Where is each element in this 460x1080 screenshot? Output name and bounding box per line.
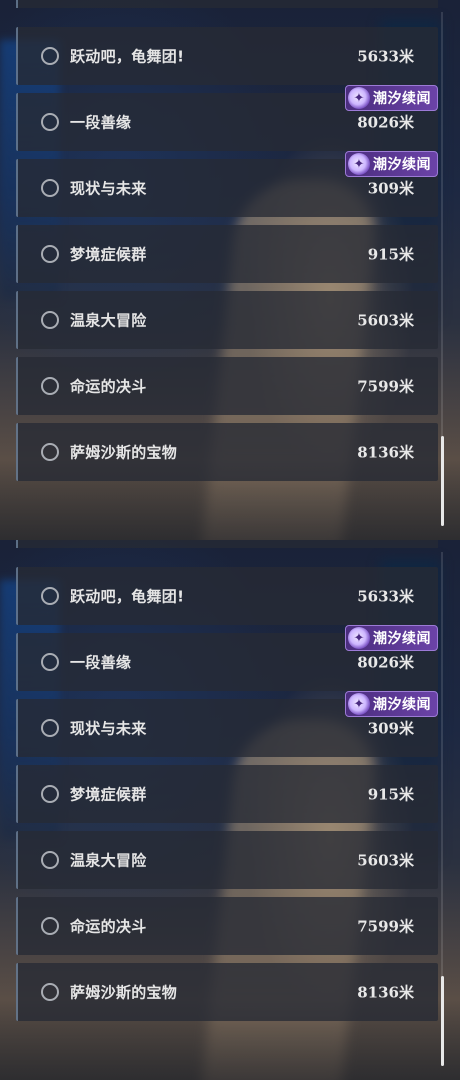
radio-button[interactable]: [41, 785, 59, 803]
radio-button[interactable]: [41, 377, 59, 395]
radio-button[interactable]: [41, 47, 59, 65]
quest-row[interactable]: 萨姆沙斯的宝物 8136米: [16, 423, 438, 481]
quest-distance: 5633米: [357, 587, 414, 606]
quest-name: 一段善缘: [70, 113, 132, 132]
quest-row[interactable]: 梦境症候群 915米: [16, 765, 438, 823]
quest-name: 现状与未来: [70, 179, 147, 198]
quest-distance: 309米: [367, 179, 414, 198]
quest-name: 一段善缘: [70, 653, 132, 672]
quest-row[interactable]: 命运的决斗 7599米: [16, 897, 438, 955]
quest-distance: 915米: [367, 785, 414, 804]
quest-row[interactable]: 命运的决斗 7599米: [16, 357, 438, 415]
radio-button[interactable]: [41, 113, 59, 131]
quest-name: 温泉大冒险: [70, 851, 147, 870]
quest-name: 萨姆沙斯的宝物: [70, 443, 178, 462]
quest-name: 命运的决斗: [70, 377, 147, 396]
quest-row[interactable]: 梦境症候群 915米: [16, 225, 438, 283]
radio-button[interactable]: [41, 179, 59, 197]
quest-distance: 5603米: [357, 311, 414, 330]
list-top-edge: [16, 0, 438, 8]
quest-row[interactable]: 跃动吧，龟舞团! 5633米: [16, 567, 438, 625]
quest-name: 梦境症候群: [70, 785, 147, 804]
quest-distance: 8026米: [357, 113, 414, 132]
quest-distance: 7599米: [357, 377, 414, 396]
event-badge-label: 潮汐续闻: [373, 157, 431, 173]
scrollbar-thumb[interactable]: [441, 436, 444, 526]
quest-row[interactable]: 现状与未来 309米 ✦ 潮汐续闻: [16, 691, 438, 757]
quest-row[interactable]: 萨姆沙斯的宝物 8136米: [16, 963, 438, 1021]
event-badge: ✦ 潮汐续闻: [345, 691, 438, 717]
quest-distance: 8026米: [357, 653, 414, 672]
quest-row[interactable]: 跃动吧，龟舞团! 5633米: [16, 27, 438, 85]
quest-row[interactable]: 温泉大冒险 5603米: [16, 291, 438, 349]
quest-name: 命运的决斗: [70, 917, 147, 936]
event-badge-label: 潮汐续闻: [373, 91, 431, 107]
quest-distance: 5633米: [357, 47, 414, 66]
radio-button[interactable]: [41, 311, 59, 329]
quest-name: 现状与未来: [70, 719, 147, 738]
event-badge-label: 潮汐续闻: [373, 631, 431, 647]
event-badge: ✦ 潮汐续闻: [345, 151, 438, 177]
tide-logo-icon: ✦: [348, 87, 370, 109]
quest-row[interactable]: 温泉大冒险 5603米: [16, 831, 438, 889]
quest-distance: 8136米: [357, 443, 414, 462]
quest-row[interactable]: 一段善缘 8026米 ✦ 潮汐续闻: [16, 625, 438, 691]
quest-name: 跃动吧，龟舞团!: [70, 587, 185, 606]
tide-logo-icon: ✦: [348, 693, 370, 715]
event-badge: ✦ 潮汐续闻: [345, 85, 438, 111]
radio-button[interactable]: [41, 587, 59, 605]
quest-distance: 7599米: [357, 917, 414, 936]
quest-row[interactable]: 一段善缘 8026米 ✦ 潮汐续闻: [16, 85, 438, 151]
event-badge: ✦ 潮汐续闻: [345, 625, 438, 651]
quest-distance: 5603米: [357, 851, 414, 870]
tide-logo-icon: ✦: [348, 153, 370, 175]
quest-name: 梦境症候群: [70, 245, 147, 264]
list-top-edge: [16, 540, 438, 548]
radio-button[interactable]: [41, 653, 59, 671]
event-badge-label: 潮汐续闻: [373, 697, 431, 713]
quest-name: 温泉大冒险: [70, 311, 147, 330]
quest-list-panel-1: 跃动吧，龟舞团! 5633米 一段善缘 8026米 ✦ 潮汐续闻 现状与未来 309米 ✦ 潮汐续…: [0, 0, 460, 540]
radio-button[interactable]: [41, 917, 59, 935]
tide-logo-icon: ✦: [348, 627, 370, 649]
radio-button[interactable]: [41, 245, 59, 263]
quest-row[interactable]: 现状与未来 309米 ✦ 潮汐续闻: [16, 151, 438, 217]
radio-button[interactable]: [41, 719, 59, 737]
radio-button[interactable]: [41, 443, 59, 461]
radio-button[interactable]: [41, 851, 59, 869]
quest-distance: 8136米: [357, 983, 414, 1002]
scrollbar-thumb[interactable]: [441, 976, 444, 1066]
quest-distance: 915米: [367, 245, 414, 264]
quest-list-panel-2: 跃动吧，龟舞团! 5633米 一段善缘 8026米 ✦ 潮汐续闻 现状与未来 309米 ✦ 潮汐续…: [0, 540, 460, 1080]
quest-distance: 309米: [367, 719, 414, 738]
radio-button[interactable]: [41, 983, 59, 1001]
quest-name: 跃动吧，龟舞团!: [70, 47, 185, 66]
quest-name: 萨姆沙斯的宝物: [70, 983, 178, 1002]
